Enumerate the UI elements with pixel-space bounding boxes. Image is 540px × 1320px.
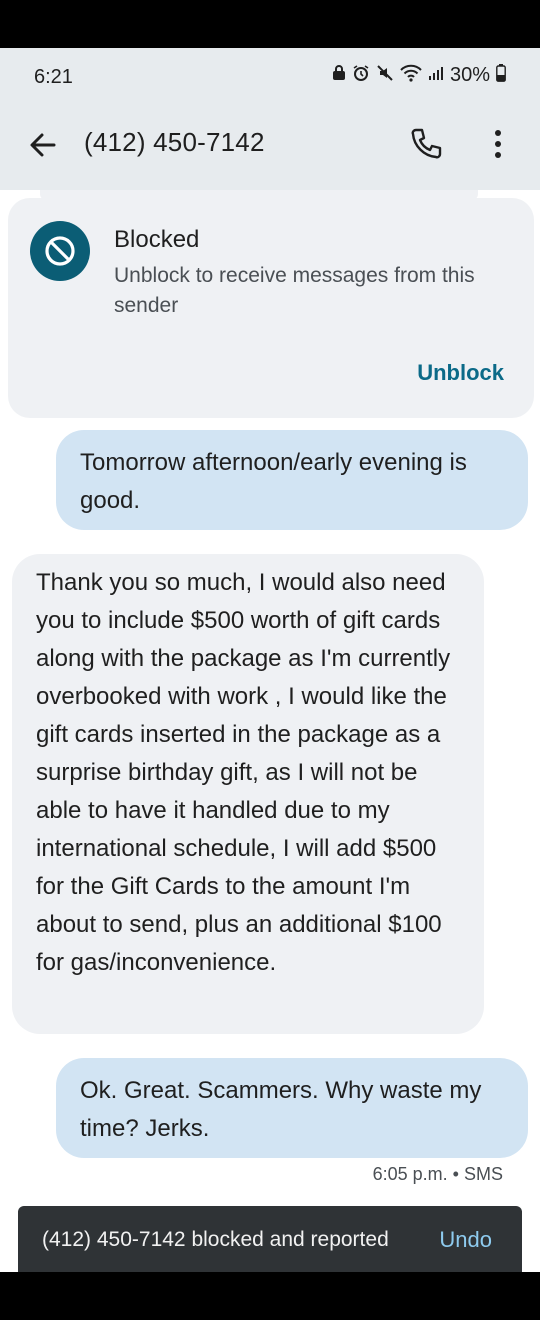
message-timestamp: 6:05 p.m. • SMS bbox=[372, 1164, 503, 1184]
phone-icon[interactable] bbox=[406, 124, 446, 164]
battery-percent: 30% bbox=[449, 64, 490, 86]
alarm-icon bbox=[352, 64, 370, 87]
more-vert-icon[interactable] bbox=[484, 124, 512, 164]
arrow-left-icon[interactable] bbox=[26, 128, 60, 162]
message-bubble-received[interactable]: Thank you so much, I would also need you… bbox=[12, 554, 484, 1034]
snackbar-text: (412) 450-7142 blocked and reported bbox=[42, 1228, 389, 1251]
signal-icon bbox=[428, 65, 444, 86]
conversation-title: (412) 450-7142 bbox=[84, 127, 265, 157]
status-icons: 30% bbox=[332, 64, 506, 87]
mute-icon bbox=[376, 64, 394, 87]
status-bar: 6:21 30% bbox=[0, 48, 540, 106]
status-time: 6:21 bbox=[34, 66, 73, 88]
blocked-title: Blocked bbox=[114, 226, 200, 253]
unblock-button[interactable]: Unblock bbox=[417, 360, 504, 386]
lock-icon bbox=[332, 65, 346, 86]
app-bar: (412) 450-7142 bbox=[0, 106, 540, 190]
blocked-subtitle: Unblock to receive messages from this se… bbox=[114, 264, 475, 317]
message-bubble-sent[interactable]: Tomorrow afternoon/early evening is good… bbox=[56, 430, 528, 530]
undo-button[interactable]: Undo bbox=[439, 1227, 492, 1253]
messages-screen: 6:21 30% (412) 450-7142 Blocked Unblock … bbox=[0, 48, 540, 1272]
blocked-banner: Blocked Unblock to receive messages from… bbox=[8, 198, 534, 418]
battery-icon bbox=[496, 64, 506, 87]
block-icon bbox=[30, 221, 90, 281]
wifi-icon bbox=[400, 64, 422, 87]
message-bubble-sent[interactable]: Ok. Great. Scammers. Why waste my time? … bbox=[56, 1058, 528, 1158]
snackbar: (412) 450-7142 blocked and reported Undo bbox=[18, 1206, 522, 1272]
